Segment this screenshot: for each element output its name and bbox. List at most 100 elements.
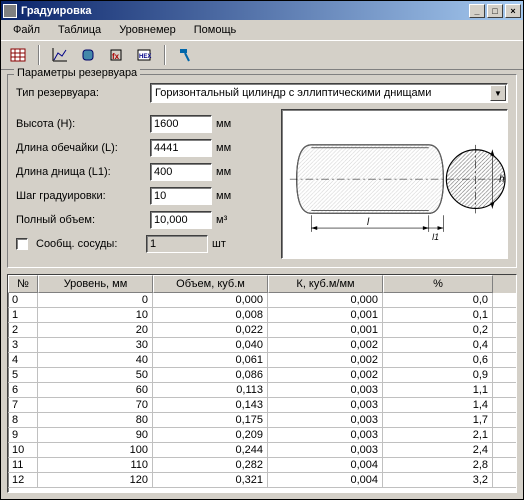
bottom-input[interactable] [150, 163, 212, 181]
cell-n: 0 [8, 293, 38, 307]
tool-hammer-icon[interactable] [175, 44, 197, 66]
cell-k: 0,001 [268, 308, 383, 322]
shell-input[interactable] [150, 139, 212, 157]
cell-k: 0,002 [268, 353, 383, 367]
menu-help[interactable]: Помощь [186, 22, 245, 38]
table-row[interactable]: 000,0000,0000,0 [8, 293, 516, 308]
svg-text:fx: fx [112, 52, 120, 61]
table-row[interactable]: 6600,1130,0031,1 [8, 383, 516, 398]
menu-level[interactable]: Уровнемер [111, 22, 184, 38]
cell-level: 30 [38, 338, 153, 352]
tank-type-combo[interactable]: Горизонтальный цилиндр с эллиптическими … [150, 83, 508, 103]
tank-type-row: Тип резервуара: Горизонтальный цилиндр с… [16, 83, 508, 103]
cell-pct: 0,2 [383, 323, 493, 337]
cell-vol: 0,008 [153, 308, 268, 322]
cell-level: 60 [38, 383, 153, 397]
cell-level: 70 [38, 398, 153, 412]
dim-L1: l1 [432, 232, 439, 242]
height-input[interactable] [150, 115, 212, 133]
maximize-button[interactable]: □ [487, 4, 503, 18]
table-row[interactable]: 3300,0400,0020,4 [8, 338, 516, 353]
vessels-input [146, 235, 208, 253]
app-icon [3, 4, 17, 18]
grid-header: № Уровень, мм Объем, куб.м К, куб.м/мм % [8, 275, 516, 293]
menu-bar: Файл Таблица Уровнемер Помощь [1, 20, 523, 40]
tank-type-value: Горизонтальный цилиндр с эллиптическими … [155, 87, 431, 99]
unit-pcs: шт [212, 238, 234, 250]
cell-n: 6 [8, 383, 38, 397]
close-button[interactable]: × [505, 4, 521, 18]
cell-pct: 1,4 [383, 398, 493, 412]
cell-k: 0,002 [268, 338, 383, 352]
table-row[interactable]: 5500,0860,0020,9 [8, 368, 516, 383]
cell-vol: 0,244 [153, 443, 268, 457]
table-row[interactable]: 101000,2440,0032,4 [8, 443, 516, 458]
titlebar[interactable]: Градуировка _ □ × [1, 1, 523, 20]
unit-mm: мм [216, 118, 238, 130]
cell-n: 9 [8, 428, 38, 442]
table-row[interactable]: 1100,0080,0010,1 [8, 308, 516, 323]
numeric-params: Высота (H): мм Длина обечайки (L): мм Дл… [16, 109, 281, 259]
minimize-button[interactable]: _ [469, 4, 485, 18]
vessels-label: Сообщ. сосуды: [36, 238, 142, 250]
col-level[interactable]: Уровень, мм [38, 275, 153, 293]
menu-table[interactable]: Таблица [50, 22, 109, 38]
cell-k: 0,003 [268, 398, 383, 412]
cell-level: 120 [38, 473, 153, 487]
dim-L: l [367, 217, 370, 228]
cell-level: 80 [38, 413, 153, 427]
cell-pct: 0,0 [383, 293, 493, 307]
group-title: Параметры резервуара [14, 67, 140, 79]
app-window: Градуировка _ □ × Файл Таблица Уровнемер… [0, 0, 524, 500]
cell-pct: 3,2 [383, 473, 493, 487]
tool-chart-icon[interactable] [49, 44, 71, 66]
cell-n: 12 [8, 473, 38, 487]
bottom-label: Длина днища (L1): [16, 166, 146, 178]
cell-vol: 0,321 [153, 473, 268, 487]
dim-H: h [499, 174, 504, 185]
cell-vol: 0,022 [153, 323, 268, 337]
toolbar-separator [38, 45, 40, 65]
col-vol[interactable]: Объем, куб.м [153, 275, 268, 293]
grid-body[interactable]: 000,0000,0000,01100,0080,0010,12200,0220… [8, 293, 516, 492]
cell-vol: 0,175 [153, 413, 268, 427]
table-row[interactable]: 111100,2820,0042,8 [8, 458, 516, 473]
cell-n: 4 [8, 353, 38, 367]
cell-n: 8 [8, 413, 38, 427]
chevron-down-icon[interactable]: ▼ [490, 85, 506, 101]
cell-k: 0,004 [268, 473, 383, 487]
cell-pct: 2,1 [383, 428, 493, 442]
table-row[interactable]: 121200,3210,0043,2 [8, 473, 516, 488]
tool-tank-icon[interactable] [77, 44, 99, 66]
table-row[interactable]: 8800,1750,0031,7 [8, 413, 516, 428]
vessels-checkbox[interactable] [16, 238, 28, 250]
tool-hex-icon[interactable]: HEX [133, 44, 155, 66]
table-row[interactable]: 7700,1430,0031,4 [8, 398, 516, 413]
tool-effect-icon[interactable]: fx [105, 44, 127, 66]
tank-params-group: Параметры резервуара Тип резервуара: Гор… [7, 74, 517, 268]
menu-file[interactable]: Файл [5, 22, 48, 38]
cell-level: 100 [38, 443, 153, 457]
table-row[interactable]: 2200,0220,0010,2 [8, 323, 516, 338]
cell-n: 10 [8, 443, 38, 457]
cell-n: 3 [8, 338, 38, 352]
fullvol-input[interactable] [150, 211, 212, 229]
table-row[interactable]: 9900,2090,0032,1 [8, 428, 516, 443]
toolbar-separator [164, 45, 166, 65]
cell-n: 11 [8, 458, 38, 472]
cell-k: 0,003 [268, 383, 383, 397]
shell-label: Длина обечайки (L): [16, 142, 146, 154]
cell-level: 110 [38, 458, 153, 472]
calibration-grid[interactable]: № Уровень, мм Объем, куб.м К, куб.м/мм %… [7, 274, 517, 493]
cell-vol: 0,086 [153, 368, 268, 382]
col-n[interactable]: № [8, 275, 38, 293]
col-k[interactable]: К, куб.м/мм [268, 275, 383, 293]
step-input[interactable] [150, 187, 212, 205]
tool-grid-icon[interactable] [7, 44, 29, 66]
cell-vol: 0,113 [153, 383, 268, 397]
cell-pct: 2,4 [383, 443, 493, 457]
col-pct[interactable]: % [383, 275, 493, 293]
table-row[interactable]: 4400,0610,0020,6 [8, 353, 516, 368]
tank-type-label: Тип резервуара: [16, 87, 146, 99]
cell-pct: 0,9 [383, 368, 493, 382]
